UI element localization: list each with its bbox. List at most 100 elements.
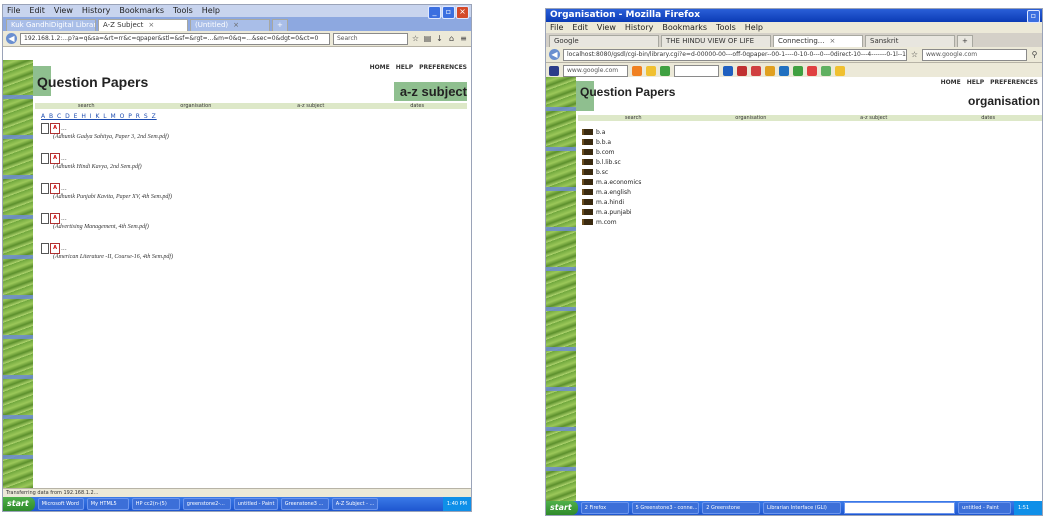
pdf-icon[interactable]: A <box>50 123 60 134</box>
back-arrow-icon[interactable]: ◀ <box>6 33 17 44</box>
menu-bookmarks[interactable]: Bookmarks <box>662 22 707 33</box>
toolbar-icon[interactable] <box>779 65 789 76</box>
pdf-icon[interactable]: A <box>50 213 60 224</box>
alphabet-index[interactable]: A B C D E H I K L M O P R S Z <box>41 113 157 120</box>
taskbar-item[interactable]: 2 Firefox <box>580 502 629 514</box>
taskbar-item[interactable]: Librarian Interface (GLI) <box>763 502 841 514</box>
taskbar-item[interactable]: greenstone2-... <box>182 498 231 510</box>
folder-icon[interactable] <box>582 219 593 225</box>
page-icon[interactable] <box>41 123 49 134</box>
document-name[interactable]: (Adhunik Gadya Sahitya, Paper 3, 2nd Sem… <box>53 134 169 140</box>
page-icon[interactable] <box>41 183 49 194</box>
tab-sanskrit[interactable]: Sanskrit <box>865 35 955 47</box>
new-tab-button[interactable]: + <box>272 19 288 31</box>
pdf-icon[interactable]: A <box>50 153 60 164</box>
folder-icon[interactable] <box>582 199 593 205</box>
taskbar-item[interactable]: HP cc2(n-(5) <box>131 498 180 510</box>
list-item[interactable]: b.a <box>582 127 641 137</box>
left-search-field[interactable]: Search <box>333 32 408 45</box>
toolbar-icon[interactable] <box>751 65 761 76</box>
folder-icon[interactable] <box>582 139 593 145</box>
document-name[interactable]: (American Literature -II, Course-16, 4th… <box>53 254 173 260</box>
menu-bookmarks[interactable]: Bookmarks <box>119 5 164 17</box>
taskbar-item[interactable]: untitled - Paint <box>958 502 1011 514</box>
nav-dates[interactable]: dates <box>981 115 995 121</box>
help-link[interactable]: HELP <box>967 79 984 86</box>
menu-history[interactable]: History <box>82 5 110 17</box>
tab-close-icon[interactable]: × <box>148 20 154 31</box>
pdf-icon[interactable]: A <box>50 183 60 194</box>
list-item[interactable]: b.sc <box>582 167 641 177</box>
restore-icon[interactable]: ▫ <box>1027 10 1040 23</box>
search-button-icon[interactable] <box>632 65 642 76</box>
page-icon[interactable] <box>41 243 49 254</box>
toolbar-icon[interactable] <box>835 65 845 76</box>
list-item[interactable]: m.a.economics <box>582 177 641 187</box>
home-link[interactable]: HOME <box>941 79 961 86</box>
tab-close-icon[interactable]: × <box>829 36 835 47</box>
pdf-icon[interactable]: A <box>50 243 60 254</box>
tab-google[interactable]: Google <box>549 35 659 47</box>
toolbar-icon[interactable] <box>737 65 747 76</box>
minimize-icon[interactable]: _ <box>428 6 441 19</box>
nav-organisation[interactable]: organisation <box>735 115 766 121</box>
tab-connecting[interactable]: Connecting... × <box>773 35 863 47</box>
home-icon[interactable]: ⌂ <box>447 34 456 43</box>
menu-icon[interactable]: ≡ <box>459 34 468 43</box>
taskbar-item[interactable]: A-Z Subject - ... <box>331 498 378 510</box>
tab-library[interactable]: Kuk GandhiDigital Library <box>6 19 96 31</box>
start-button[interactable]: start <box>3 497 35 511</box>
home-link[interactable]: HOME <box>370 64 390 71</box>
star-icon[interactable]: ☆ <box>411 34 420 43</box>
taskbar-item[interactable]: 5 Greenstone3 - conne... <box>631 502 700 514</box>
tab-untitled[interactable]: (Untitled) × <box>190 19 270 31</box>
tab-close-icon[interactable]: × <box>233 20 239 31</box>
page-icon[interactable] <box>41 213 49 224</box>
folder-icon[interactable] <box>582 179 593 185</box>
menu-view[interactable]: View <box>54 5 73 17</box>
list-item[interactable]: b.b.a <box>582 137 641 147</box>
preferences-link[interactable]: PREFERENCES <box>990 79 1038 86</box>
list-item[interactable]: m.com <box>582 217 641 227</box>
list-item[interactable]: m.a.punjabi <box>582 207 641 217</box>
list-item[interactable]: m.a.english <box>582 187 641 197</box>
list-item[interactable]: b.l.lib.sc <box>582 157 641 167</box>
close-icon[interactable]: × <box>456 6 469 19</box>
menu-file[interactable]: File <box>550 22 563 33</box>
folder-icon[interactable] <box>582 209 593 215</box>
menu-edit[interactable]: Edit <box>572 22 588 33</box>
folder-icon[interactable] <box>582 129 593 135</box>
menu-help[interactable]: Help <box>202 5 220 17</box>
page-icon[interactable] <box>41 153 49 164</box>
toolbar-icon[interactable] <box>793 65 803 76</box>
tab-hindu[interactable]: THE HINDU VIEW OF LIFE <box>661 35 771 47</box>
menu-tools[interactable]: Tools <box>173 5 193 17</box>
folder-icon[interactable] <box>582 149 593 155</box>
taskbar-item[interactable]: 2 Greenstone <box>702 502 761 514</box>
taskbar-item[interactable]: My HTML5 <box>86 498 129 510</box>
toolbar-search-field[interactable]: www.google.com <box>563 64 628 77</box>
preferences-link[interactable]: PREFERENCES <box>419 64 467 71</box>
toolbar-icon[interactable] <box>807 65 817 76</box>
menu-tools[interactable]: Tools <box>716 22 736 33</box>
taskbar-item[interactable]: Greenstone3 ... <box>280 498 329 510</box>
maximize-icon[interactable]: ▫ <box>442 6 455 19</box>
nav-dates[interactable]: dates <box>410 103 424 109</box>
search-icon[interactable]: ⚲ <box>1030 50 1039 59</box>
nav-az-subject[interactable]: a-z subject <box>860 115 887 121</box>
right-url-field[interactable]: localhost:8080/gsdl/cgi-bin/library.cgi?… <box>563 48 907 61</box>
addon-icon[interactable] <box>549 65 559 76</box>
back-arrow-icon[interactable]: ◀ <box>549 49 560 60</box>
document-name[interactable]: (Adhunik Hindi Kavya, 2nd Sem.pdf) <box>53 164 142 170</box>
list-item[interactable]: m.a.hindi <box>582 197 641 207</box>
list-item[interactable]: b.com <box>582 147 641 157</box>
star-icon[interactable]: ☆ <box>910 50 919 59</box>
new-tab-button[interactable]: + <box>957 35 973 47</box>
radio-selector[interactable] <box>674 64 719 77</box>
toolbar-icon[interactable] <box>821 65 831 76</box>
document-name[interactable]: (Adhunik Punjabi Kavita, Paper XV, 4th S… <box>53 194 172 200</box>
taskbar-item[interactable]: untitled - Paint <box>233 498 278 510</box>
menu-view[interactable]: View <box>597 22 616 33</box>
menu-edit[interactable]: Edit <box>29 5 45 17</box>
bookmark-icon[interactable]: ▤ <box>423 34 432 43</box>
